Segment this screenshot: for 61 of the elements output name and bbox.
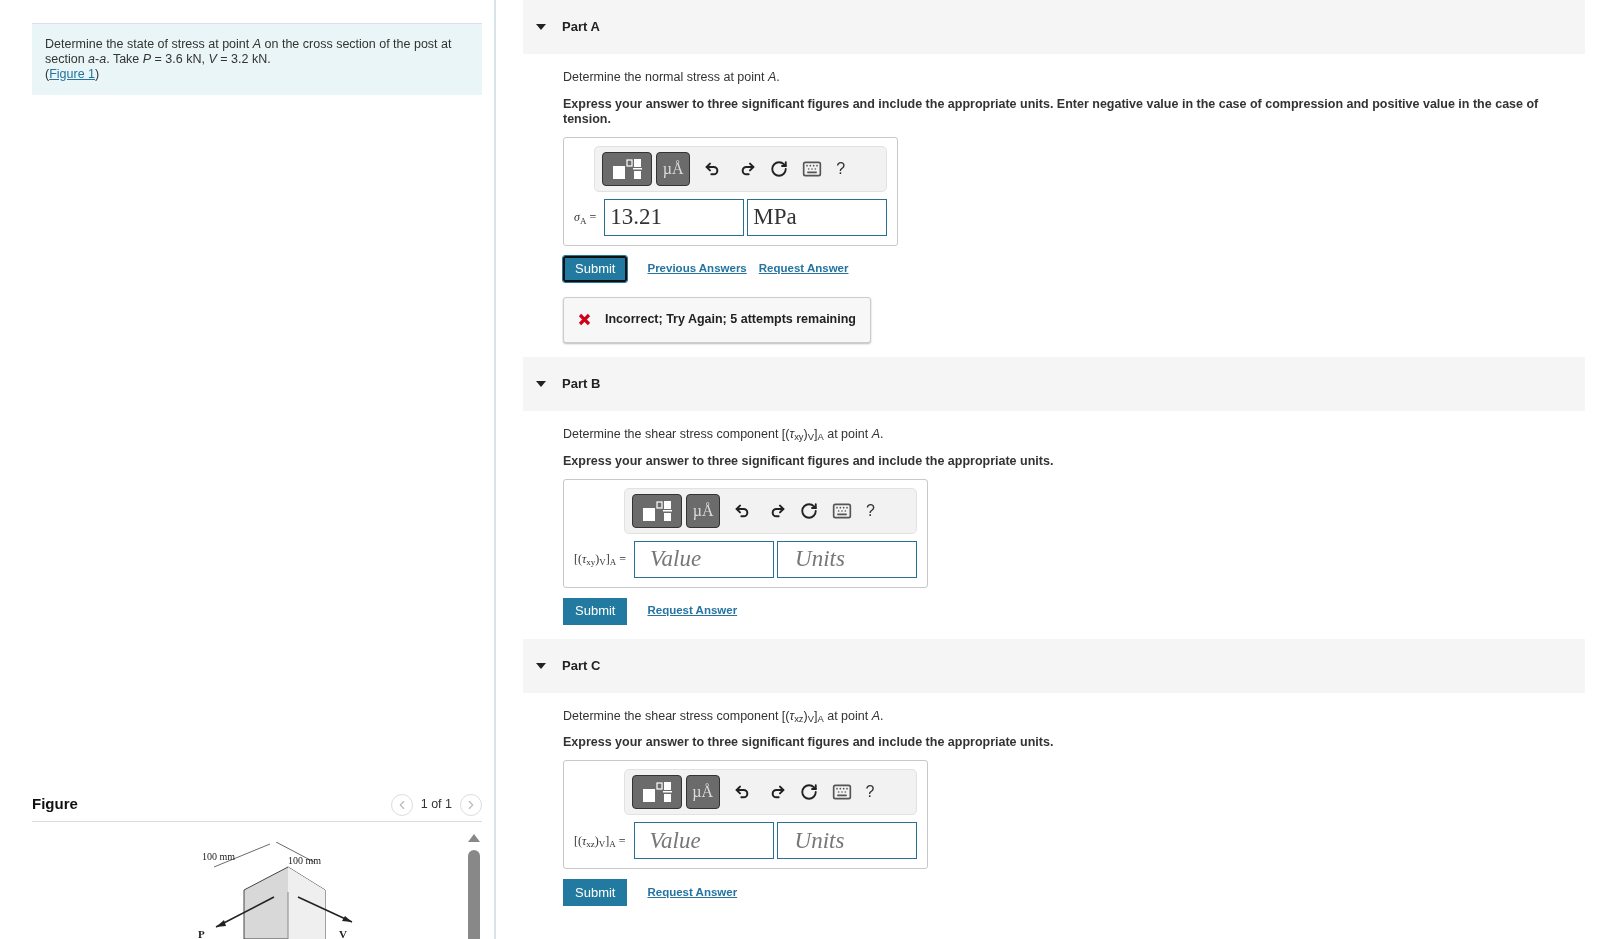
problem-text: Determine the state of stress at point A on the cross section of the post at section a-a. Take P = 3.6 kN, V = 3.2 kN. — [45, 37, 453, 67]
reset-icon[interactable] — [800, 501, 819, 520]
instruction-text: Express your answer to three significant figures and include the appropriate units. Enter negative value in the case of compression and positive value in the case of tension. — [563, 96, 1540, 127]
feedback-text: Incorrect; Try Again; 5 attempts remaining — [605, 311, 856, 329]
help-button[interactable]: ? — [866, 498, 875, 523]
answer-label: σ$_{A}$ = — [574, 209, 597, 227]
part-title: Part C — [562, 656, 601, 675]
template-button[interactable] — [631, 775, 682, 810]
template-button[interactable] — [602, 151, 653, 186]
figure-title: Figure — [32, 794, 78, 815]
figure-reference: (Figure 1) — [45, 67, 101, 82]
submit-button[interactable]: Submit — [563, 255, 628, 282]
units-button[interactable]: µÅ — [685, 775, 720, 810]
collapse-caret-icon — [536, 662, 546, 669]
answer-link[interactable]: Request Answer — [647, 884, 738, 902]
units-field[interactable]: Units — [776, 822, 917, 860]
figure-pager: 1 of 1 — [420, 796, 452, 814]
question-text: Determine the shear stress component [(τ$_{xz}$)$_{V}$]$_{A}$ at point A. — [563, 707, 885, 726]
redo-icon[interactable] — [770, 502, 787, 519]
answer-label: [(τ$_{xy}$)$_{V}$]$_{A}$ = — [574, 551, 627, 568]
redo-icon[interactable] — [740, 160, 757, 177]
part-title: Part A — [562, 18, 600, 37]
template-icon — [640, 780, 673, 805]
collapse-caret-icon — [536, 380, 546, 387]
reset-icon[interactable] — [799, 783, 818, 802]
submit-button[interactable]: Submit — [563, 597, 628, 625]
submit-button[interactable]: Submit — [563, 879, 628, 907]
collapse-caret-icon — [536, 24, 546, 30]
template-icon — [611, 156, 644, 181]
units-button[interactable]: µÅ — [686, 493, 721, 528]
answer-link[interactable]: Previous Answers — [647, 260, 747, 278]
instruction-text: Express your answer to three significant figures and include the appropriate units. — [563, 735, 1055, 751]
undo-icon[interactable] — [704, 160, 721, 177]
answer-link[interactable]: Request Answer — [647, 602, 738, 620]
undo-icon[interactable] — [734, 502, 751, 519]
answer-label: [(τ$_{xz}$)$_{V}$]$_{A}$ = — [574, 832, 626, 850]
keyboard-icon[interactable] — [831, 782, 852, 803]
part-header[interactable]: Part C — [523, 638, 1585, 693]
part-title: Part B — [562, 375, 601, 393]
part-header[interactable]: Part A — [523, 0, 1585, 54]
value-field[interactable]: Value — [634, 540, 775, 578]
template-icon — [641, 498, 674, 523]
help-button[interactable]: ? — [865, 780, 875, 805]
post-drawing: 100 mm 100 mm P V — [194, 842, 374, 939]
redo-icon[interactable] — [769, 784, 786, 801]
units-button[interactable]: µÅ — [656, 151, 691, 186]
units-field[interactable]: MPa — [747, 198, 888, 236]
figure-link[interactable]: Figure 1 — [49, 67, 96, 81]
template-button[interactable] — [632, 493, 683, 528]
cross-icon — [578, 313, 591, 327]
units-field[interactable]: Units — [777, 540, 918, 578]
reset-icon[interactable] — [770, 159, 789, 178]
question-text: Determine the normal stress at point A. — [563, 69, 781, 86]
part-header[interactable]: Part B — [523, 356, 1585, 411]
undo-icon[interactable] — [733, 784, 750, 801]
question-text: Determine the shear stress component [(τ$_{xy}$)$_{V}$]$_{A}$ at point A. — [563, 425, 885, 444]
instruction-text: Express your answer to three significant figures and include the appropriate units. — [563, 453, 1055, 469]
help-button[interactable]: ? — [836, 156, 846, 181]
value-field[interactable]: Value — [633, 822, 774, 860]
answer-link[interactable]: Request Answer — [758, 260, 849, 278]
value-field[interactable]: 13.21 — [604, 198, 745, 236]
